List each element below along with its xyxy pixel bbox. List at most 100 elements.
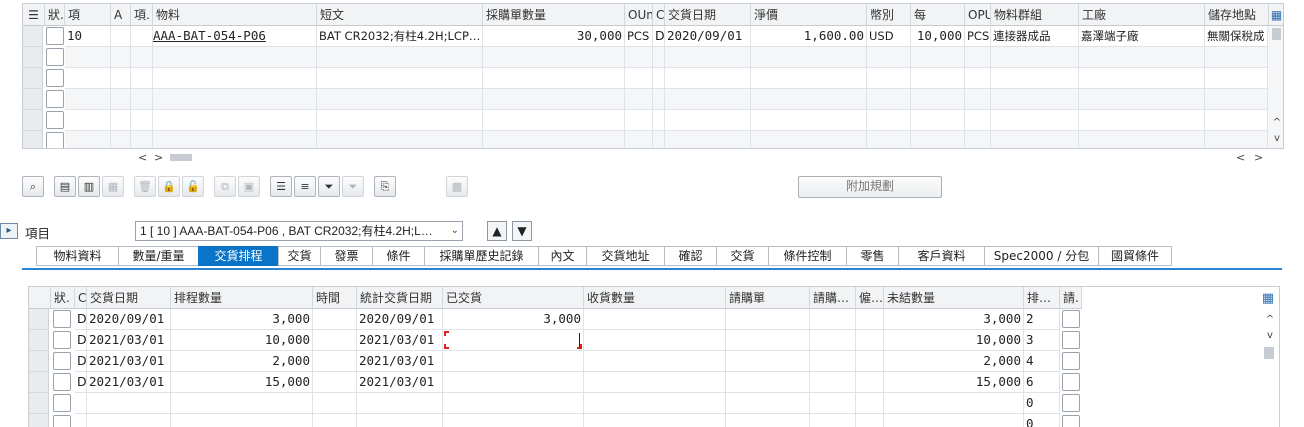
empty-cell[interactable] xyxy=(111,110,131,131)
select-all-icon[interactable]: ▤ xyxy=(54,176,76,197)
empty-cell[interactable] xyxy=(665,110,751,131)
cell-po-qty[interactable]: 30,000 xyxy=(483,26,625,47)
col-currency[interactable]: 幣別 xyxy=(867,4,911,26)
empty-cell[interactable] xyxy=(751,68,867,89)
empty-cell[interactable] xyxy=(65,131,111,148)
cell-time[interactable] xyxy=(313,309,357,330)
empty-cell[interactable] xyxy=(911,110,965,131)
empty-cell[interactable] xyxy=(867,110,911,131)
col-material-group[interactable]: 物料群組 xyxy=(991,4,1079,26)
row-selector[interactable] xyxy=(29,414,49,427)
chevron-down-icon[interactable]: ⌄ xyxy=(451,222,459,240)
cell-time[interactable] xyxy=(313,372,357,393)
row-checkbox[interactable] xyxy=(53,352,71,370)
empty-cell[interactable] xyxy=(653,131,665,148)
col-sched-date[interactable]: 交貨日期 xyxy=(87,287,171,309)
empty-cell[interactable] xyxy=(867,68,911,89)
cell-req[interactable] xyxy=(726,372,810,393)
col-oun[interactable]: OUn xyxy=(625,4,653,26)
empty-cell[interactable] xyxy=(653,110,665,131)
empty-cell[interactable] xyxy=(653,89,665,110)
empty-cell[interactable] xyxy=(751,89,867,110)
col-req[interactable]: 請購單 xyxy=(726,287,810,309)
row-checkbox[interactable] xyxy=(46,111,64,129)
cell-reqi[interactable] xyxy=(810,351,856,372)
cell-time[interactable] xyxy=(313,414,357,427)
cell-c[interactable]: D xyxy=(75,351,87,372)
cell-gr[interactable] xyxy=(584,309,726,330)
cell-item-cat[interactable] xyxy=(131,26,153,47)
lock-icon[interactable]: 🔒 xyxy=(158,176,180,197)
service-icon[interactable]: ▩ xyxy=(446,176,468,197)
empty-cell[interactable] xyxy=(153,47,317,68)
cell-delivery-date[interactable]: 2020/09/01 xyxy=(665,26,751,47)
cell-req[interactable] xyxy=(726,414,810,427)
cell-stat_date[interactable]: 2021/03/01 xyxy=(357,330,443,351)
cell-seq[interactable]: 4 xyxy=(1024,351,1060,372)
row-selector[interactable] xyxy=(29,330,49,351)
cell-open[interactable]: 2,000 xyxy=(884,351,1024,372)
empty-cell[interactable] xyxy=(65,110,111,131)
empty-cell[interactable] xyxy=(867,89,911,110)
empty-cell[interactable] xyxy=(867,131,911,148)
empty-cell[interactable] xyxy=(153,110,317,131)
cell-reqi[interactable] xyxy=(810,414,856,427)
col-req-item[interactable]: 請購… xyxy=(810,287,856,309)
row-flag-checkbox[interactable] xyxy=(1062,310,1080,328)
cell-reqi[interactable] xyxy=(810,393,856,414)
cell-gr[interactable] xyxy=(584,414,726,427)
row-selector[interactable] xyxy=(29,351,49,372)
cell-seq[interactable]: 6 xyxy=(1024,372,1060,393)
clip-icon[interactable]: ⎘ xyxy=(374,176,396,197)
empty-cell[interactable] xyxy=(65,68,111,89)
scroll-thumb[interactable] xyxy=(1272,28,1281,40)
cell-c[interactable]: D xyxy=(75,309,87,330)
cell-a[interactable] xyxy=(111,26,131,47)
row-flag-checkbox[interactable] xyxy=(1062,331,1080,349)
row-flag-checkbox[interactable] xyxy=(1062,415,1080,427)
cell-item[interactable]: 10 xyxy=(65,26,111,47)
tab-9[interactable]: 交貨地址 xyxy=(586,246,664,266)
empty-cell[interactable] xyxy=(665,89,751,110)
col-per[interactable]: 每 xyxy=(911,4,965,26)
empty-cell[interactable] xyxy=(131,47,153,68)
scroll-down-icon-2[interactable]: v xyxy=(1262,329,1278,343)
cell-storage[interactable]: 無關保稅成 xyxy=(1205,26,1269,47)
empty-cell[interactable] xyxy=(625,68,653,89)
empty-cell[interactable] xyxy=(317,89,483,110)
row-checkbox[interactable] xyxy=(53,415,71,427)
cell-emp[interactable] xyxy=(856,309,884,330)
tab-10[interactable]: 確認 xyxy=(664,246,716,266)
cell-open[interactable] xyxy=(884,414,1024,427)
cell-date[interactable]: 2020/09/01 xyxy=(87,309,171,330)
col-c[interactable]: C xyxy=(653,4,665,26)
cell-delivered[interactable] xyxy=(443,351,584,372)
col-status[interactable]: 狀. xyxy=(45,4,65,26)
empty-cell[interactable] xyxy=(65,47,111,68)
cell-emp[interactable] xyxy=(856,351,884,372)
tab-2[interactable]: 數量/重量 xyxy=(118,246,198,266)
empty-cell[interactable] xyxy=(1079,68,1205,89)
empty-cell[interactable] xyxy=(131,110,153,131)
vertical-scrollbar-2[interactable]: ^ v xyxy=(1261,309,1279,427)
col-emp[interactable]: 僱… xyxy=(856,287,884,309)
empty-cell[interactable] xyxy=(131,68,153,89)
cell-open[interactable]: 3,000 xyxy=(884,309,1024,330)
row-selector[interactable] xyxy=(23,68,43,89)
cell-seq[interactable]: 0 xyxy=(1024,393,1060,414)
col-gr-qty[interactable]: 收貨數量 xyxy=(584,287,726,309)
empty-cell[interactable] xyxy=(317,68,483,89)
tab-14[interactable]: 客戶資料 xyxy=(898,246,984,266)
cell-seq[interactable]: 3 xyxy=(1024,330,1060,351)
empty-cell[interactable] xyxy=(483,131,625,148)
cell-stat_date[interactable]: 2020/09/01 xyxy=(357,309,443,330)
cell-qty[interactable] xyxy=(171,414,313,427)
scroll-thumb-2[interactable] xyxy=(1264,347,1274,359)
empty-cell[interactable] xyxy=(965,68,991,89)
empty-cell[interactable] xyxy=(911,47,965,68)
cell-req[interactable] xyxy=(726,330,810,351)
empty-cell[interactable] xyxy=(991,47,1079,68)
tab-3[interactable]: 交貨排程 xyxy=(198,246,278,266)
cell-stat_date[interactable] xyxy=(357,414,443,427)
cell-date[interactable]: 2021/03/01 xyxy=(87,330,171,351)
